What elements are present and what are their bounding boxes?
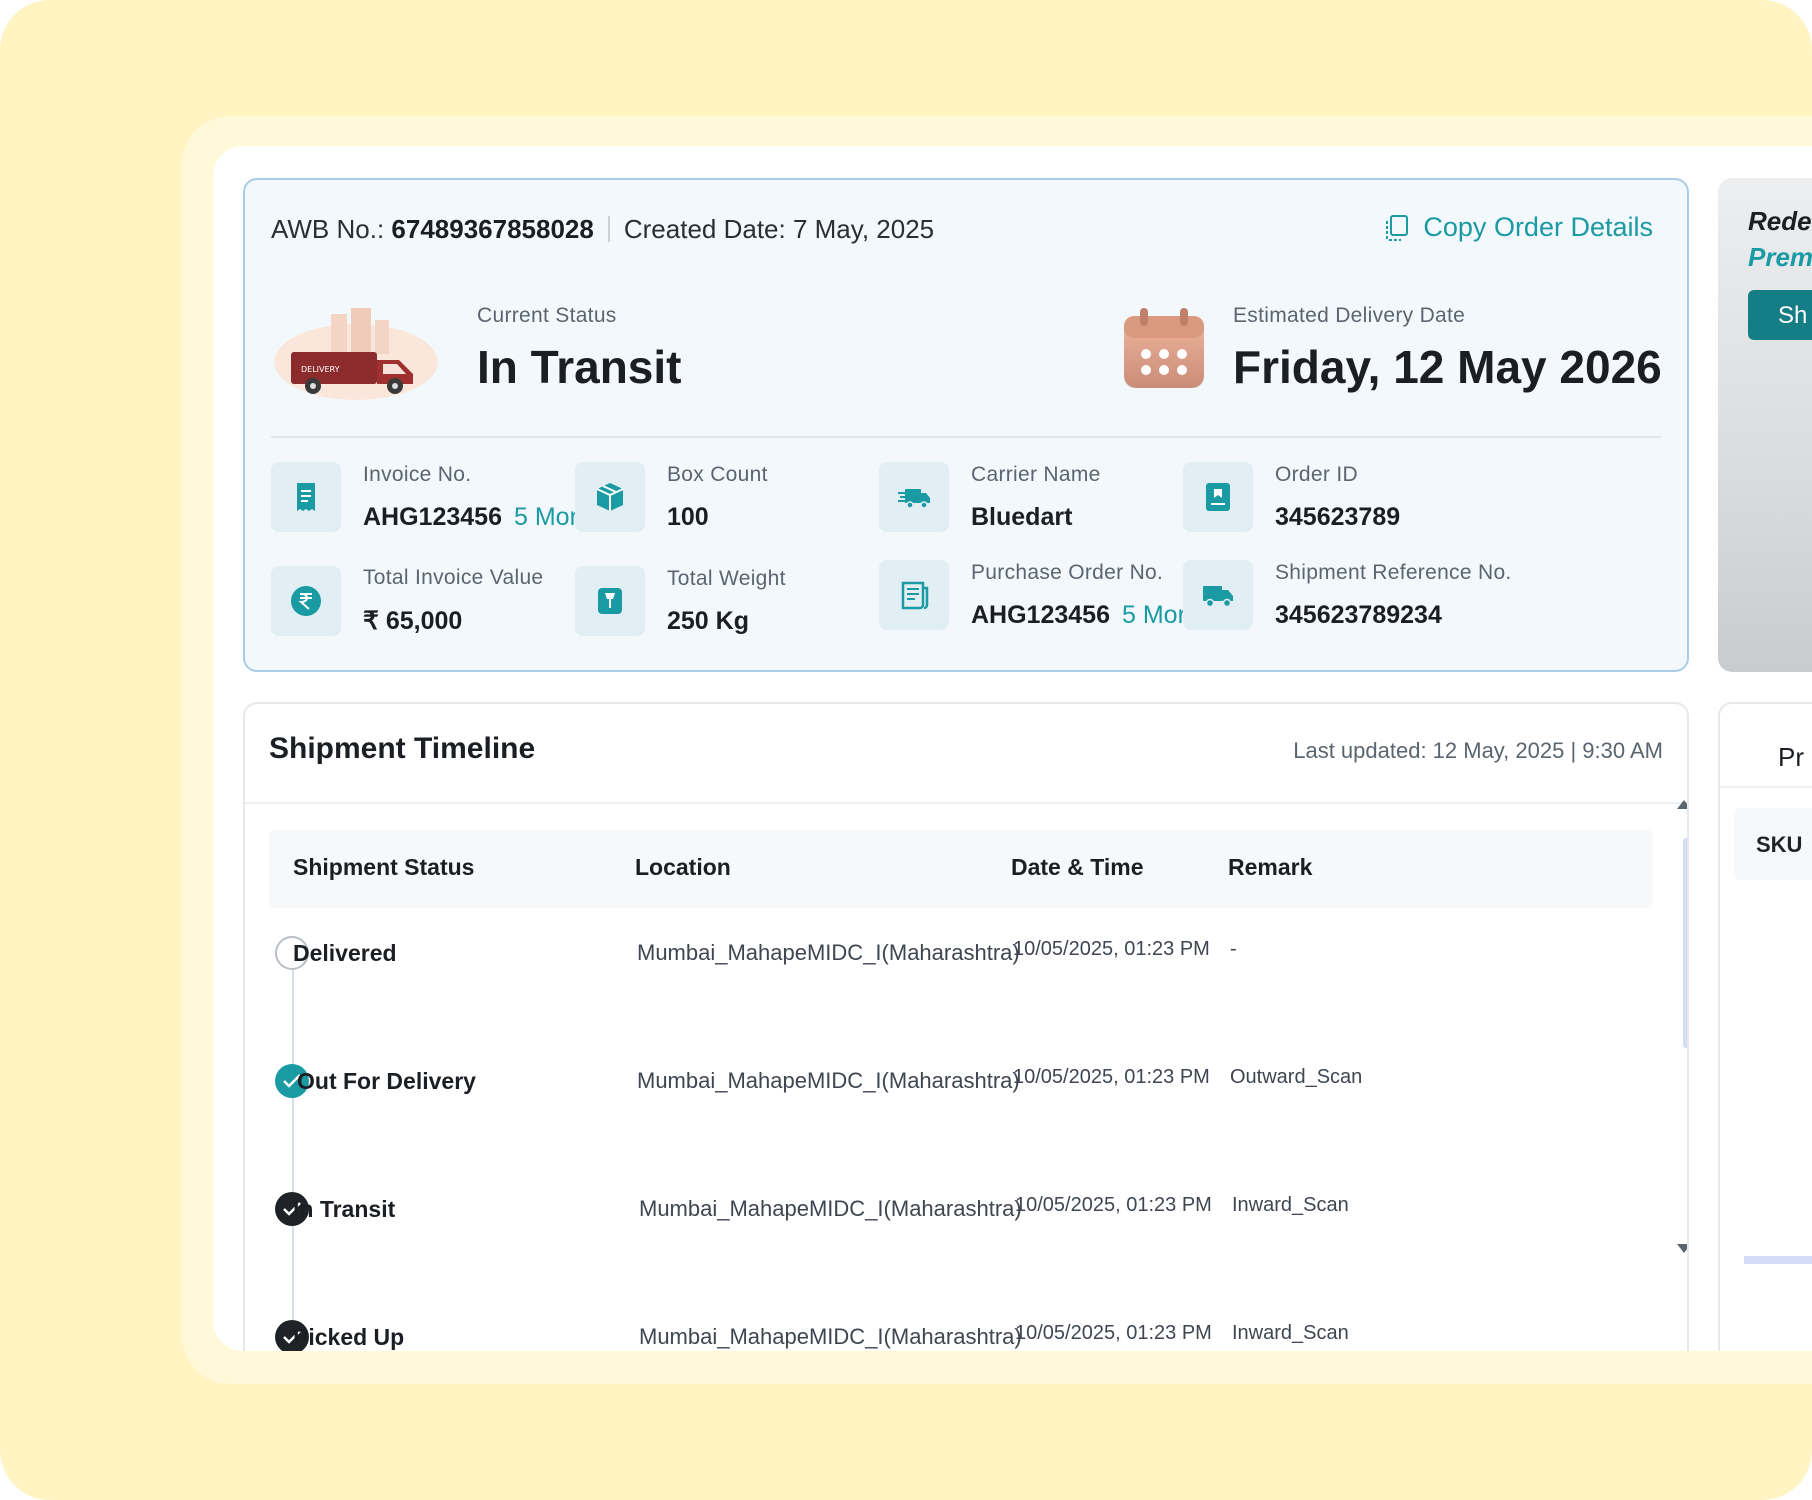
timeline-connector <box>292 956 294 1336</box>
shipment-reference-label: Shipment Reference No. <box>1275 560 1512 584</box>
awb-line: AWB No.: 67489367858028 Created Date: 7 M… <box>271 214 934 245</box>
products-title: Pr <box>1778 742 1804 772</box>
row-remark: Outward_Scan <box>1230 1066 1363 1088</box>
current-status-value: In Transit <box>477 341 682 393</box>
row-status: Picked Up <box>293 1324 405 1350</box>
timeline-title: Shipment Timeline <box>269 732 536 765</box>
order-id-info: Order ID 345623789 <box>1183 462 1400 532</box>
total-invoice-label: Total Invoice Value <box>363 566 544 589</box>
column-header-status: Shipment Status <box>293 854 475 880</box>
order-id-value: 345623789 <box>1275 502 1401 531</box>
order-tracking-panel: AWB No.: 67489367858028 Created Date: 7 M… <box>213 146 1812 1351</box>
promo-shop-button[interactable]: Sh <box>1748 290 1812 340</box>
row-location: Mumbai_MahapeMIDC_I(Maharashtra) <box>639 1196 1022 1221</box>
products-card: Pr SKU <box>1718 702 1812 1351</box>
fast-truck-icon <box>879 462 949 532</box>
total-invoice-info: Total Invoice Value ₹ 65,000 <box>271 566 543 636</box>
horizontal-scrollbar[interactable] <box>1744 1256 1812 1264</box>
shipment-reference-info: Shipment Reference No. 345623789234 <box>1183 560 1512 630</box>
total-invoice-value: ₹ 65,000 <box>363 607 463 635</box>
svg-text:DELIVERY: DELIVERY <box>301 365 340 374</box>
promo-subtitle: Prem <box>1748 242 1812 272</box>
row-location: Mumbai_MahapeMIDC_I(Maharashtra) <box>637 940 1020 965</box>
order-id-label: Order ID <box>1275 462 1358 486</box>
row-datetime: 10/05/2025, 01:23 PM <box>1013 938 1210 960</box>
row-location: Mumbai_MahapeMIDC_I(Maharashtra) <box>639 1324 1022 1349</box>
sku-column-header: SKU <box>1734 808 1812 880</box>
row-status: Delivered <box>293 940 397 966</box>
current-status-label: Current Status <box>477 304 617 327</box>
promo-banner[interactable]: Rede Prem Sh <box>1718 178 1812 672</box>
estimated-delivery-value: Friday, 12 May 2026 <box>1233 341 1662 393</box>
scrollbar-thumb[interactable] <box>1683 838 1687 1048</box>
row-status: In Transit <box>293 1196 396 1222</box>
divider <box>245 802 1687 804</box>
order-icon <box>1183 462 1253 532</box>
separator <box>607 216 610 242</box>
table-header: Shipment Status Location Date & Time Rem… <box>269 830 1653 908</box>
box-count-value: 100 <box>667 502 709 531</box>
box-count-info: Box Count 100 <box>575 462 768 532</box>
column-header-location: Location <box>635 854 731 880</box>
copy-order-details-button[interactable]: Copy Order Details <box>1385 212 1653 243</box>
weight-scale-icon <box>575 566 645 636</box>
delivery-truck-icon: DELIVERY <box>274 308 438 400</box>
invoice-info: Invoice No. AHG123456 5 More <box>271 462 592 532</box>
scroll-up-arrow[interactable] <box>1677 800 1687 809</box>
estimated-delivery-label: Estimated Delivery Date <box>1233 304 1466 327</box>
awb-number: 67489367858028 <box>391 214 594 244</box>
awb-label: AWB No.: <box>271 214 385 244</box>
purchase-order-value: AHG123456 <box>971 600 1110 629</box>
weight-label: Total Weight <box>667 566 786 590</box>
purchase-order-info: Purchase Order No. AHG123456 5 More <box>879 560 1200 630</box>
table-row[interactable]: Out For Delivery Mumbai_MahapeMIDC_I(Mah… <box>245 1064 1655 1124</box>
divider <box>1720 786 1812 788</box>
rupee-icon <box>271 566 341 636</box>
box-count-label: Box Count <box>667 462 768 486</box>
receipt-icon <box>879 560 949 630</box>
office-chair-image <box>1798 388 1812 628</box>
row-datetime: 10/05/2025, 01:23 PM <box>1015 1322 1212 1344</box>
row-datetime: 10/05/2025, 01:23 PM <box>1015 1194 1212 1216</box>
row-location: Mumbai_MahapeMIDC_I(Maharashtra) <box>637 1068 1020 1093</box>
row-datetime: 10/05/2025, 01:23 PM <box>1013 1066 1210 1088</box>
column-header-remark: Remark <box>1228 854 1313 880</box>
carrier-label: Carrier Name <box>971 462 1101 486</box>
row-remark: Inward_Scan <box>1232 1322 1349 1344</box>
copy-icon <box>1386 214 1409 241</box>
row-remark: Inward_Scan <box>1232 1194 1349 1216</box>
purchase-order-label: Purchase Order No. <box>971 560 1164 584</box>
calendar-icon <box>1124 308 1204 388</box>
weight-value: 250 Kg <box>667 606 749 635</box>
invoice-icon <box>271 462 341 532</box>
table-row[interactable]: Delivered Mumbai_MahapeMIDC_I(Maharashtr… <box>245 936 1655 996</box>
shipment-reference-value: 345623789234 <box>1275 600 1442 629</box>
scroll-down-arrow[interactable] <box>1677 1244 1687 1253</box>
carrier-value: Bluedart <box>971 502 1073 531</box>
table-row[interactable]: In Transit Mumbai_MahapeMIDC_I(Maharasht… <box>245 1192 1655 1252</box>
copy-order-details-label: Copy Order Details <box>1423 212 1653 242</box>
carrier-info: Carrier Name Bluedart <box>879 462 1101 532</box>
shipment-timeline-card: Shipment Timeline Last updated: 12 May, … <box>243 702 1689 1351</box>
vertical-scrollbar[interactable] <box>1681 824 1687 1351</box>
row-status: Out For Delivery <box>297 1068 476 1094</box>
column-header-datetime: Date & Time <box>1011 854 1144 880</box>
created-date: Created Date: 7 May, 2025 <box>623 214 935 244</box>
divider <box>271 436 1661 438</box>
box-icon <box>575 462 645 532</box>
last-updated: Last updated: 12 May, 2025 | 9:30 AM <box>1293 738 1663 763</box>
promo-title: Rede <box>1748 206 1812 236</box>
background-frame: AWB No.: 67489367858028 Created Date: 7 M… <box>0 0 1812 1500</box>
order-summary-card: AWB No.: 67489367858028 Created Date: 7 M… <box>243 178 1689 672</box>
truck-icon <box>1183 560 1253 630</box>
invoice-value: AHG123456 <box>363 502 502 531</box>
invoice-label: Invoice No. <box>363 462 472 486</box>
table-row[interactable]: Picked Up Mumbai_MahapeMIDC_I(Maharashtr… <box>245 1320 1655 1351</box>
row-remark: - <box>1230 938 1237 960</box>
weight-info: Total Weight 250 Kg <box>575 566 786 636</box>
